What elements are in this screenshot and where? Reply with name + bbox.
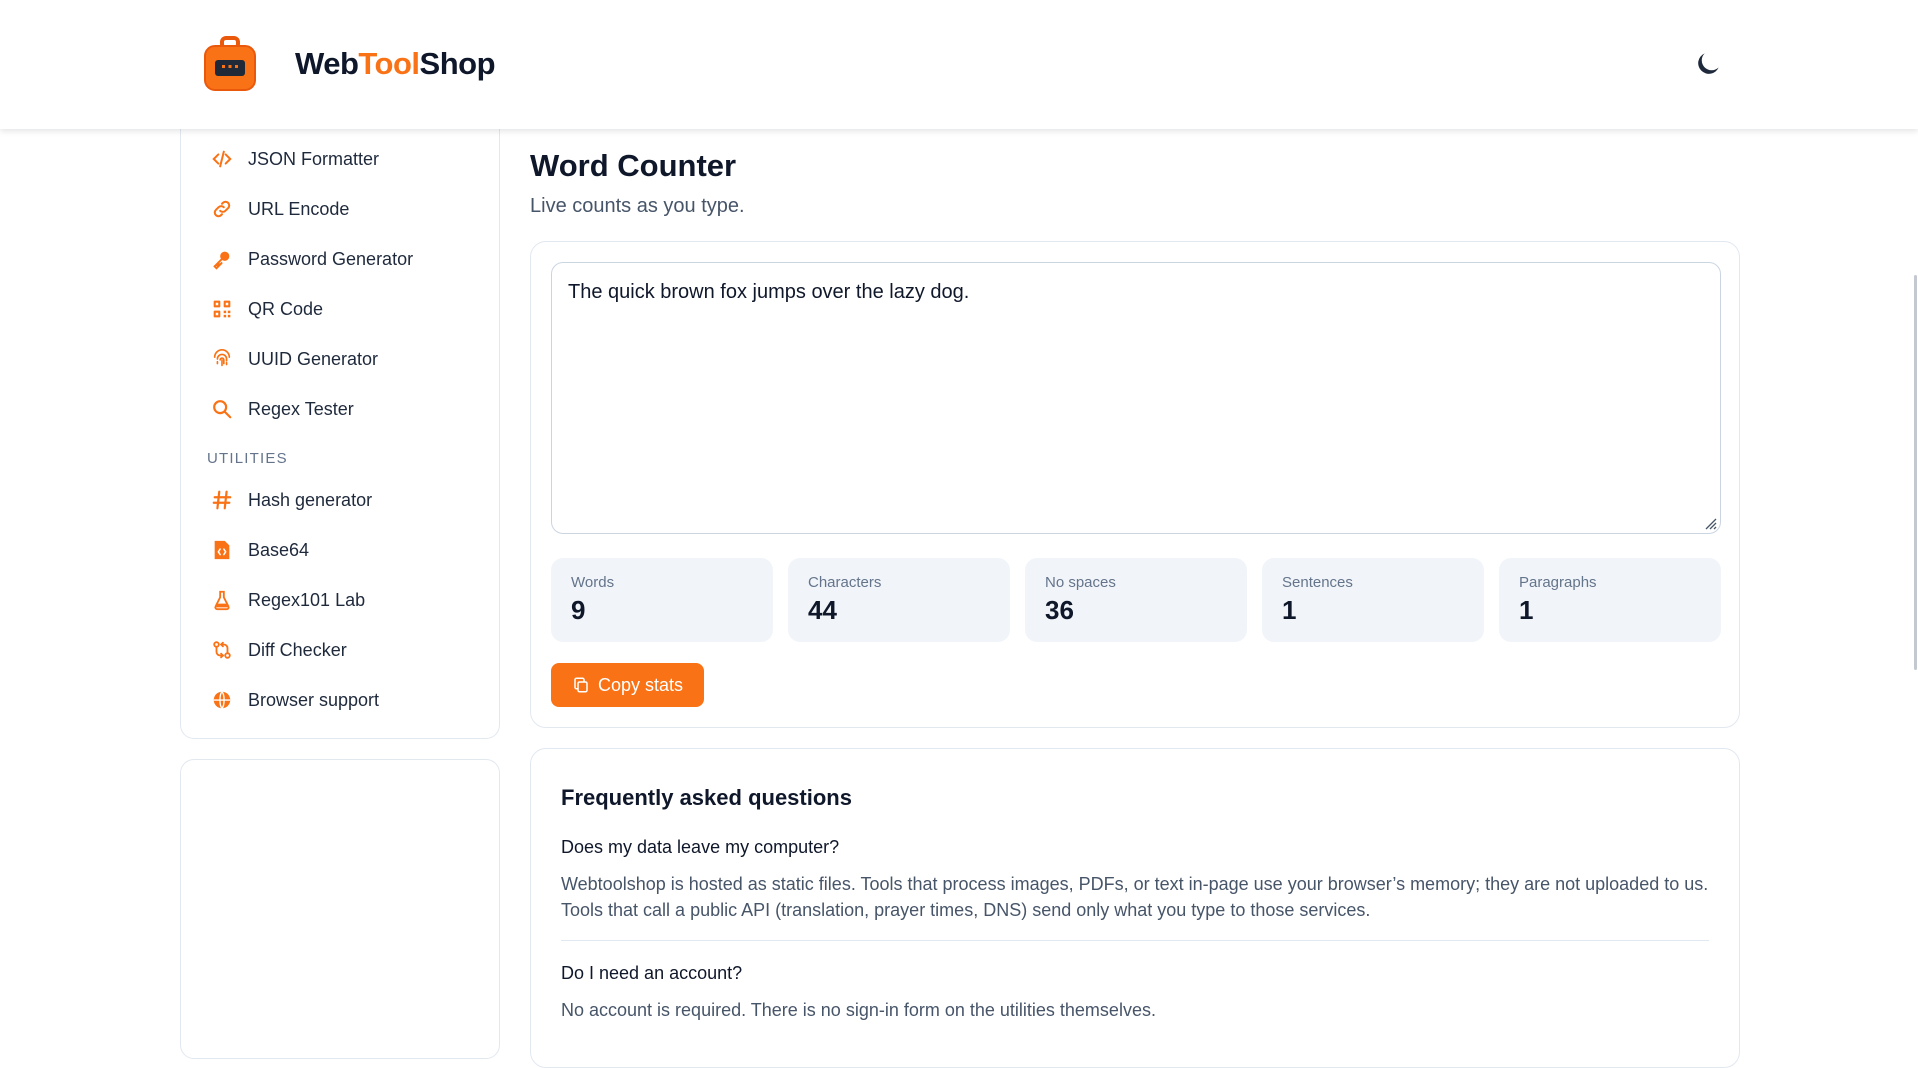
code-icon — [211, 148, 233, 170]
sidebar-item-label: UUID Generator — [248, 348, 379, 369]
text-input[interactable]: The quick brown fox jumps over the lazy … — [551, 262, 1721, 534]
sidebar-item-uuid-generator[interactable]: UUID Generator — [211, 342, 378, 376]
faq-divider — [561, 940, 1709, 941]
link-icon — [211, 198, 233, 220]
resize-handle-icon[interactable] — [1703, 516, 1717, 530]
stat-label: Characters — [808, 574, 882, 591]
sidebar-item-regex101-lab[interactable]: Regex101 Lab — [211, 583, 365, 617]
sidebar-item-label: JSON Formatter — [248, 148, 380, 169]
sidebar-item-label: URL Encode — [248, 198, 350, 219]
faq-question: Do I need an account? — [561, 963, 743, 983]
sidebar-item-diff-checker[interactable]: Diff Checker — [211, 633, 347, 667]
moon-icon — [1698, 53, 1719, 74]
sidebar-item-url-encode[interactable]: URL Encode — [211, 192, 349, 226]
theme-toggle-button[interactable] — [1692, 48, 1724, 80]
sidebar-item-label: Password Generator — [248, 248, 414, 269]
qr-code-icon — [211, 298, 233, 320]
stat-value: 1 — [1519, 595, 1534, 625]
scrollbar-thumb[interactable] — [1914, 275, 1917, 670]
stat-no-spaces: No spaces 36 — [1025, 558, 1247, 642]
git-compare-icon — [211, 639, 233, 661]
sidebar-item-qr-code[interactable]: QR Code — [211, 292, 323, 326]
sidebar-item-label: Base64 — [248, 539, 310, 560]
site-header: WebToolShop — [0, 0, 1918, 129]
page-subtitle: Live counts as you type. — [530, 195, 745, 217]
fingerprint-icon — [211, 348, 233, 370]
stat-label: Words — [571, 574, 615, 591]
stat-characters: Characters 44 — [788, 558, 1010, 642]
copy-stats-button[interactable]: Copy stats — [551, 663, 704, 707]
sidebar-item-json-formatter[interactable]: JSON Formatter — [211, 142, 379, 176]
stat-label: Paragraphs — [1519, 574, 1597, 591]
page-title: Word Counter — [530, 148, 737, 183]
stat-value: 1 — [1282, 595, 1297, 625]
search-icon — [211, 398, 233, 420]
sidebar-ad-panel — [180, 759, 500, 1059]
sidebar-item-label: Diff Checker — [248, 639, 347, 660]
toolbox-logo-icon[interactable] — [202, 36, 258, 94]
sidebar-nav: JSON Formatter URL Encode Password Gener… — [180, 110, 500, 739]
stat-sentences: Sentences 1 — [1262, 558, 1484, 642]
brand-part-tool: Tool — [358, 46, 420, 81]
section-label-utilities: UTILITIES — [207, 450, 288, 467]
file-code-icon — [211, 539, 233, 561]
copy-icon — [574, 677, 588, 693]
hash-icon — [211, 489, 233, 511]
sidebar-item-password-generator[interactable]: Password Generator — [211, 242, 413, 276]
sidebar-item-label: Hash generator — [248, 489, 373, 510]
key-icon — [211, 248, 233, 270]
sidebar-item-label: Browser support — [248, 689, 380, 710]
faq-answer: Webtoolshop is hosted as static files. T… — [561, 874, 1709, 920]
stat-value: 9 — [571, 595, 586, 625]
stat-value: 36 — [1045, 595, 1074, 625]
faq-title: Frequently asked questions — [561, 785, 852, 810]
stat-label: No spaces — [1045, 574, 1116, 591]
brand-name[interactable]: WebToolShop — [295, 46, 496, 82]
faq-question: Does my data leave my computer? — [561, 837, 840, 857]
brand-part-web: Web — [295, 46, 359, 81]
sidebar-item-regex-tester[interactable]: Regex Tester — [211, 392, 354, 426]
sidebar-item-base64[interactable]: Base64 — [211, 533, 309, 567]
word-counter-card: The quick brown fox jumps over the lazy … — [530, 241, 1740, 728]
sidebar-item-label: QR Code — [248, 298, 324, 319]
copy-stats-label: Copy stats — [597, 674, 684, 695]
stat-words: Words 9 — [551, 558, 773, 642]
stat-value: 44 — [808, 595, 837, 625]
sidebar-item-label: Regex Tester — [248, 398, 354, 419]
faq-section: Frequently asked questions Does my data … — [530, 748, 1740, 1068]
sidebar-item-label: Regex101 Lab — [248, 589, 366, 610]
sidebar-item-hash-generator[interactable]: Hash generator — [211, 483, 372, 517]
flask-icon — [211, 589, 233, 611]
faq-answer: No account is required. There is no sign… — [561, 1000, 1156, 1020]
globe-icon — [211, 689, 233, 711]
stat-label: Sentences — [1282, 574, 1353, 591]
sidebar-item-browser-support[interactable]: Browser support — [211, 683, 379, 717]
brand-part-shop: Shop — [419, 46, 496, 81]
stat-paragraphs: Paragraphs 1 — [1499, 558, 1721, 642]
